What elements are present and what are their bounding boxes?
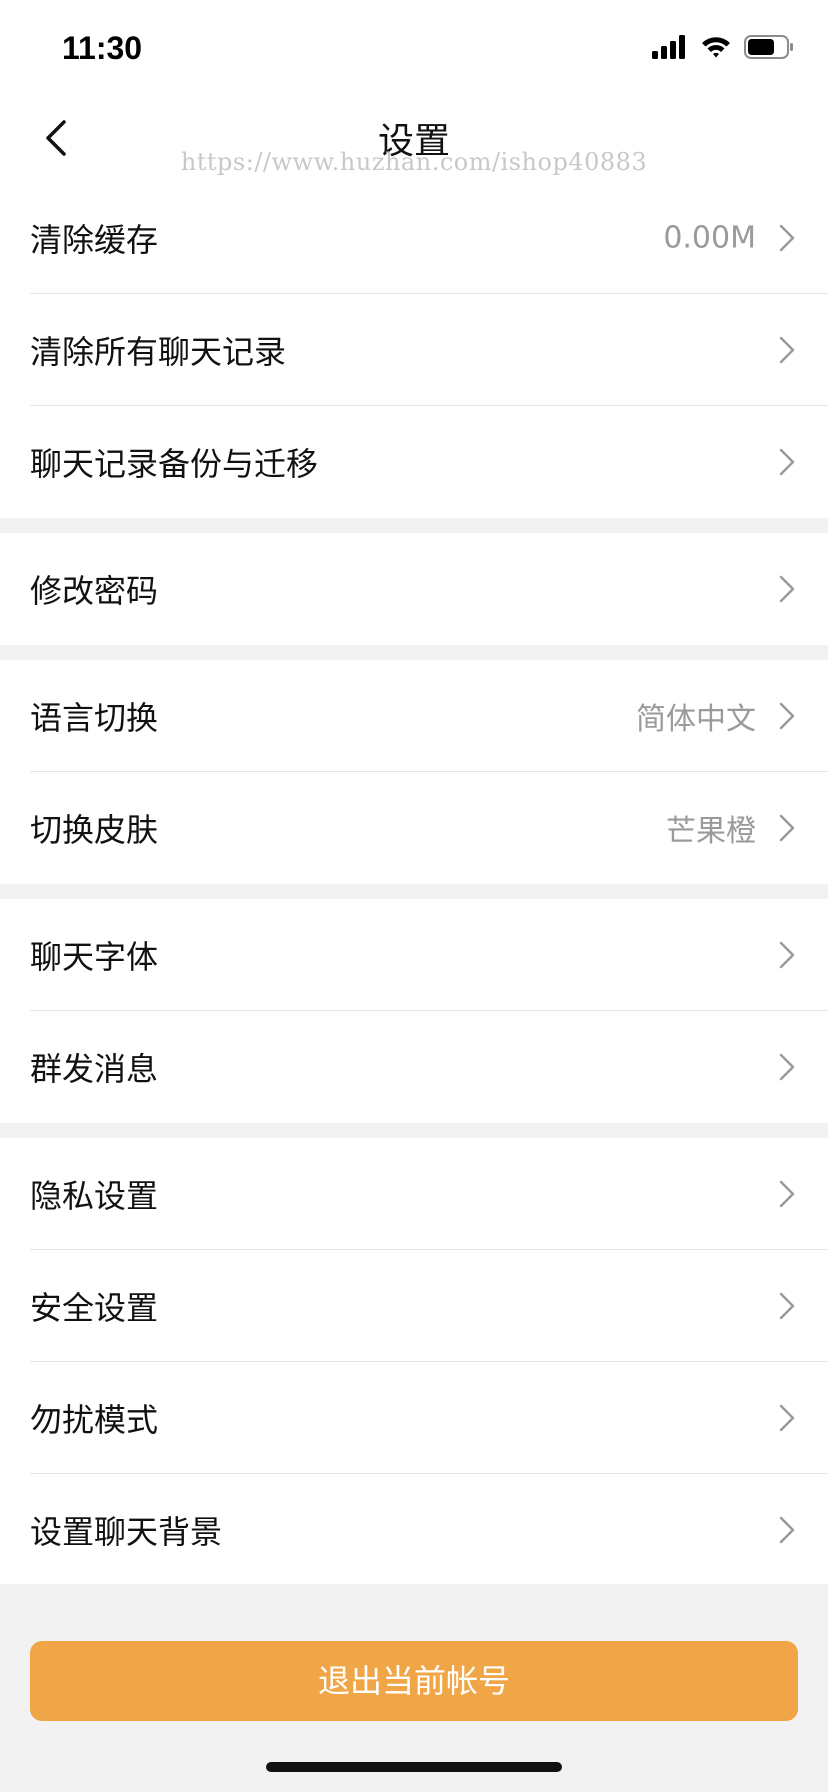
row-value: 0.00M: [663, 220, 756, 255]
chevron-right-icon: [776, 699, 798, 733]
row-label: 清除缓存: [30, 220, 159, 259]
row-label: 聊天字体: [30, 937, 159, 976]
row-label: 修改密码: [30, 572, 159, 610]
row-security-settings[interactable]: 安全设置: [30, 1250, 828, 1362]
chevron-right-icon: [776, 1177, 798, 1211]
row-label: 设置聊天背景: [30, 1513, 223, 1551]
chevron-right-icon: [776, 938, 798, 972]
chevron-right-icon: [776, 572, 798, 606]
row-do-not-disturb[interactable]: 勿扰模式: [30, 1362, 828, 1474]
battery-icon: [744, 35, 794, 63]
row-language[interactable]: 语言切换 简体中文: [30, 660, 828, 772]
row-label: 聊天记录备份与迁移: [30, 445, 319, 483]
row-label: 安全设置: [30, 1288, 159, 1327]
navigation-bar: 设置 https://www.huzhan.com/ishop40883: [0, 96, 828, 192]
row-privacy-settings[interactable]: 隐私设置: [30, 1138, 828, 1250]
group-separator: [0, 1123, 828, 1138]
row-label: 切换皮肤: [30, 811, 159, 849]
status-time: 11:30: [62, 30, 143, 66]
row-chat-background[interactable]: 设置聊天背景: [30, 1474, 828, 1586]
row-chat-backup-migration[interactable]: 聊天记录备份与迁移: [30, 406, 828, 518]
row-clear-chat-history[interactable]: 清除所有聊天记录: [30, 294, 828, 406]
row-label: 勿扰模式: [30, 1400, 159, 1439]
chevron-right-icon: [776, 811, 798, 845]
group-separator: [0, 645, 828, 660]
row-value: 简体中文: [636, 701, 756, 737]
chevron-right-icon: [776, 221, 798, 255]
row-chat-font[interactable]: 聊天字体: [30, 899, 828, 1011]
wifi-icon: [700, 35, 732, 63]
chevron-right-icon: [776, 1050, 798, 1084]
settings-group-password: 修改密码: [0, 533, 828, 645]
status-icons: [652, 34, 794, 64]
logout-area: 退出当前帐号: [0, 1584, 828, 1792]
settings-group-privacy: 隐私设置 安全设置 勿扰模式 设置聊天背景: [0, 1138, 828, 1586]
row-label: 清除所有聊天记录: [30, 332, 287, 371]
status-bar: 11:30: [0, 0, 828, 96]
logout-button[interactable]: 退出当前帐号: [30, 1641, 798, 1721]
row-label: 群发消息: [30, 1050, 159, 1088]
settings-list: 清除缓存 0.00M 清除所有聊天记录 聊天记录备份与迁移 修改密码 语言切换 …: [0, 182, 828, 1586]
row-change-password[interactable]: 修改密码: [30, 533, 828, 645]
home-indicator: [266, 1762, 562, 1772]
chevron-right-icon: [776, 1513, 798, 1547]
chevron-right-icon: [776, 445, 798, 479]
row-label: 语言切换: [30, 698, 159, 737]
settings-group-chat: 聊天字体 群发消息: [0, 899, 828, 1123]
chevron-right-icon: [776, 333, 798, 367]
row-clear-cache[interactable]: 清除缓存 0.00M: [30, 182, 828, 294]
row-broadcast-message[interactable]: 群发消息: [30, 1011, 828, 1123]
group-separator: [0, 884, 828, 899]
watermark-text: https://www.huzhan.com/ishop40883: [180, 148, 648, 176]
row-skin[interactable]: 切换皮肤 芒果橙: [30, 772, 828, 884]
row-value: 芒果橙: [666, 814, 756, 849]
settings-group-appearance: 语言切换 简体中文 切换皮肤 芒果橙: [0, 660, 828, 884]
row-label: 隐私设置: [30, 1176, 159, 1215]
cellular-signal-icon: [652, 35, 688, 63]
chevron-right-icon: [776, 1289, 798, 1323]
group-separator: [0, 518, 828, 533]
settings-group-storage: 清除缓存 0.00M 清除所有聊天记录 聊天记录备份与迁移: [0, 182, 828, 518]
chevron-right-icon: [776, 1401, 798, 1435]
